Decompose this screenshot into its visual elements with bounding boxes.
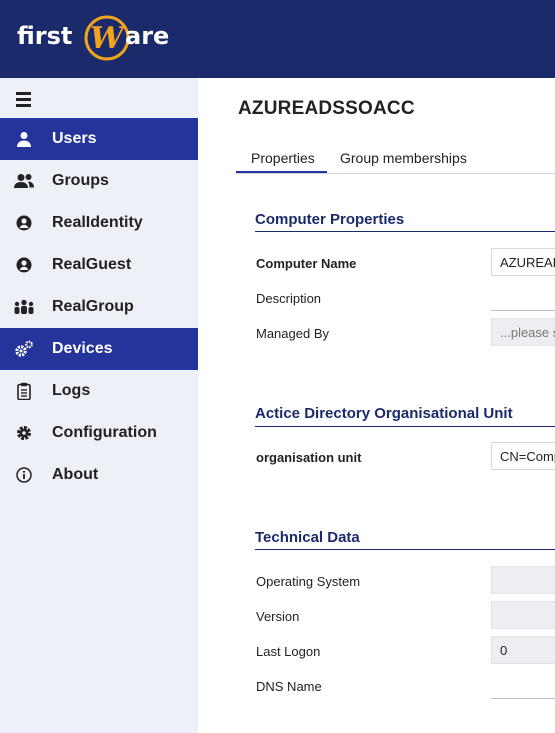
svg-text:W: W: [90, 21, 127, 56]
people-group-icon: [12, 299, 36, 315]
active-tab-indicator: [236, 171, 327, 173]
logo-mark: first W are: [17, 15, 169, 61]
sidebar-item-label: About: [52, 466, 99, 483]
firstware-logo[interactable]: first W are: [17, 14, 187, 62]
app-header: first W are: [0, 0, 555, 78]
sidebar-item-configuration[interactable]: Configuration: [0, 412, 198, 454]
description-field[interactable]: [491, 283, 555, 311]
last-logon-label: Last Logon: [256, 644, 321, 659]
user-circle-icon: [12, 257, 36, 273]
description-label: Description: [256, 291, 322, 306]
last-logon-field[interactable]: 0: [491, 636, 555, 664]
user-icon: [12, 131, 36, 147]
section-divider: [255, 549, 555, 550]
sidebar-item-label: Users: [52, 130, 97, 147]
info-icon: [12, 467, 36, 483]
sidebar-item-label: RealGuest: [52, 256, 132, 273]
tab-group-memberships[interactable]: Group memberships: [340, 150, 467, 166]
sidebar-item-label: RealIdentity: [52, 214, 143, 231]
sidebar-item-label: Logs: [52, 382, 91, 399]
clipboard-icon: [12, 382, 36, 400]
computer-name-field[interactable]: AZUREADSSOACC: [491, 248, 555, 276]
sidebar-item-realgroup[interactable]: RealGroup: [0, 286, 198, 328]
managed-by-label: Managed By: [256, 326, 329, 341]
organisation-unit-field[interactable]: CN=Computers: [491, 442, 555, 470]
section-divider: [255, 231, 555, 232]
managed-by-select[interactable]: ...please select: [491, 318, 555, 346]
dns-name-label: DNS Name: [256, 679, 322, 694]
sidebar-item-realidentity[interactable]: RealIdentity: [0, 202, 198, 244]
sidebar-item-label: Configuration: [52, 424, 157, 441]
sidebar-item-about[interactable]: About: [0, 454, 198, 496]
sidebar-item-realguest[interactable]: RealGuest: [0, 244, 198, 286]
sidebar-item-groups[interactable]: Groups: [0, 160, 198, 202]
sidebar-item-label: Groups: [52, 172, 109, 189]
page-title: AZUREADSSOACC: [238, 98, 415, 119]
section-title-ad-ou: Actice Directory Organisational Unit: [255, 405, 513, 422]
section-title-computer-properties: Computer Properties: [255, 211, 405, 228]
version-field[interactable]: [491, 601, 555, 629]
user-circle-icon: [12, 215, 36, 231]
sidebar-item-devices[interactable]: Devices: [0, 328, 198, 370]
hamburger-icon[interactable]: [16, 92, 31, 110]
tab-properties[interactable]: Properties: [251, 150, 315, 166]
section-divider: [255, 426, 555, 427]
sidebar-item-label: RealGroup: [52, 298, 134, 315]
sidebar-item-users[interactable]: Users: [0, 118, 198, 160]
sidebar-item-logs[interactable]: Logs: [0, 370, 198, 412]
organisation-unit-label: organisation unit: [256, 450, 362, 465]
tabs-divider: [236, 173, 555, 174]
sidebar-item-label: Devices: [52, 340, 113, 357]
svg-text:are: are: [125, 22, 169, 50]
operating-system-field[interactable]: [491, 566, 555, 594]
dns-name-field[interactable]: [491, 671, 555, 699]
section-title-technical-data: Technical Data: [255, 529, 360, 546]
gears-icon: [12, 340, 36, 358]
svg-text:first: first: [17, 22, 72, 50]
version-label: Version: [256, 609, 300, 624]
users-icon: [12, 173, 36, 189]
gear-icon: [12, 425, 36, 441]
computer-name-label: Computer Name: [256, 256, 357, 271]
operating-system-label: Operating System: [256, 574, 361, 589]
